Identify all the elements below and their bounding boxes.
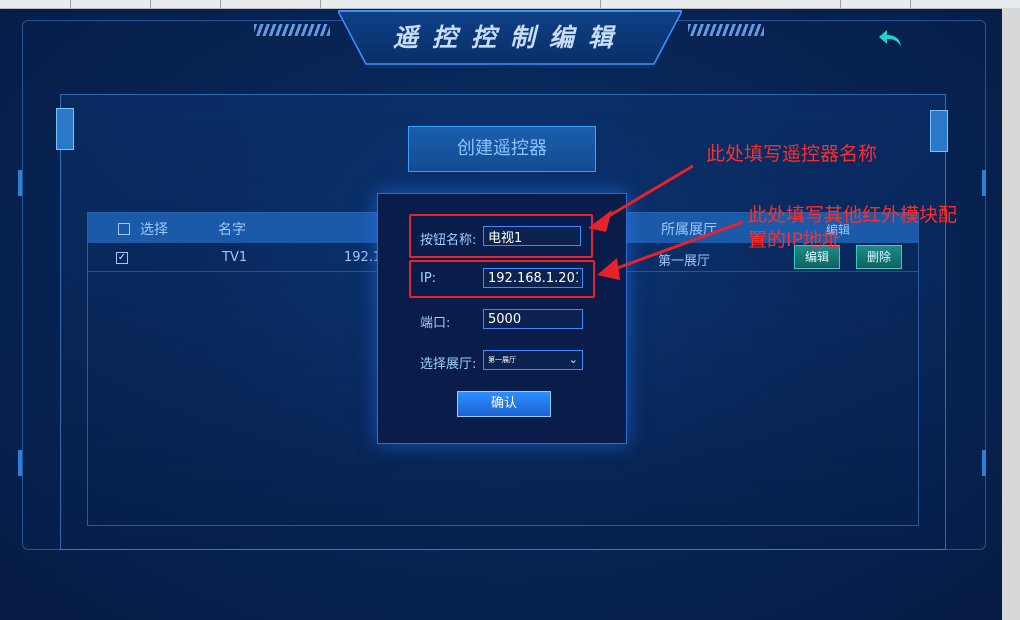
side-mark-left-1	[18, 170, 22, 196]
title-hatch-left	[254, 24, 330, 36]
back-button[interactable]	[876, 26, 906, 50]
annotation-note-2-line1: 此处填写其他红外模块配	[748, 204, 958, 226]
scrollbar-strip[interactable]	[1002, 8, 1020, 620]
side-mark-right-2	[982, 450, 986, 476]
back-arrow-icon	[879, 30, 901, 47]
hall-select[interactable]: 第一展厅 ⌄	[483, 350, 583, 370]
port-input[interactable]	[483, 309, 583, 329]
row-hall: 第一展厅	[658, 254, 711, 269]
side-mark-right-1	[982, 170, 986, 196]
header-name: 名字	[218, 222, 246, 238]
panel-tab-right	[930, 110, 948, 152]
row-name: TV1	[222, 250, 248, 265]
page-title: 遥控控制编辑	[392, 23, 627, 52]
annotation-note-2-line2: 置的IP地址	[748, 229, 842, 251]
hall-select-value: 第一展厅	[488, 356, 516, 364]
header-hall: 所属展厅	[661, 222, 717, 238]
select-all-checkbox[interactable]	[118, 223, 130, 235]
panel-tab-left	[56, 108, 74, 150]
row-checkbox[interactable]: ✓	[116, 252, 128, 264]
highlight-ip	[409, 260, 595, 298]
confirm-button[interactable]: 确认	[457, 391, 551, 417]
port-label: 端口:	[420, 316, 451, 331]
header-select: 选择	[140, 222, 168, 238]
row-delete-button[interactable]: 删除	[856, 245, 902, 269]
highlight-button-name	[409, 214, 593, 258]
chevron-down-icon: ⌄	[568, 353, 578, 366]
title-hatch-right	[688, 24, 764, 36]
side-mark-left-2	[18, 450, 22, 476]
annotation-note-1: 此处填写遥控器名称	[706, 143, 878, 165]
browser-top-strip	[0, 0, 1020, 9]
hall-label: 选择展厅:	[420, 357, 477, 372]
create-remote-button[interactable]: 创建遥控器	[408, 126, 596, 172]
